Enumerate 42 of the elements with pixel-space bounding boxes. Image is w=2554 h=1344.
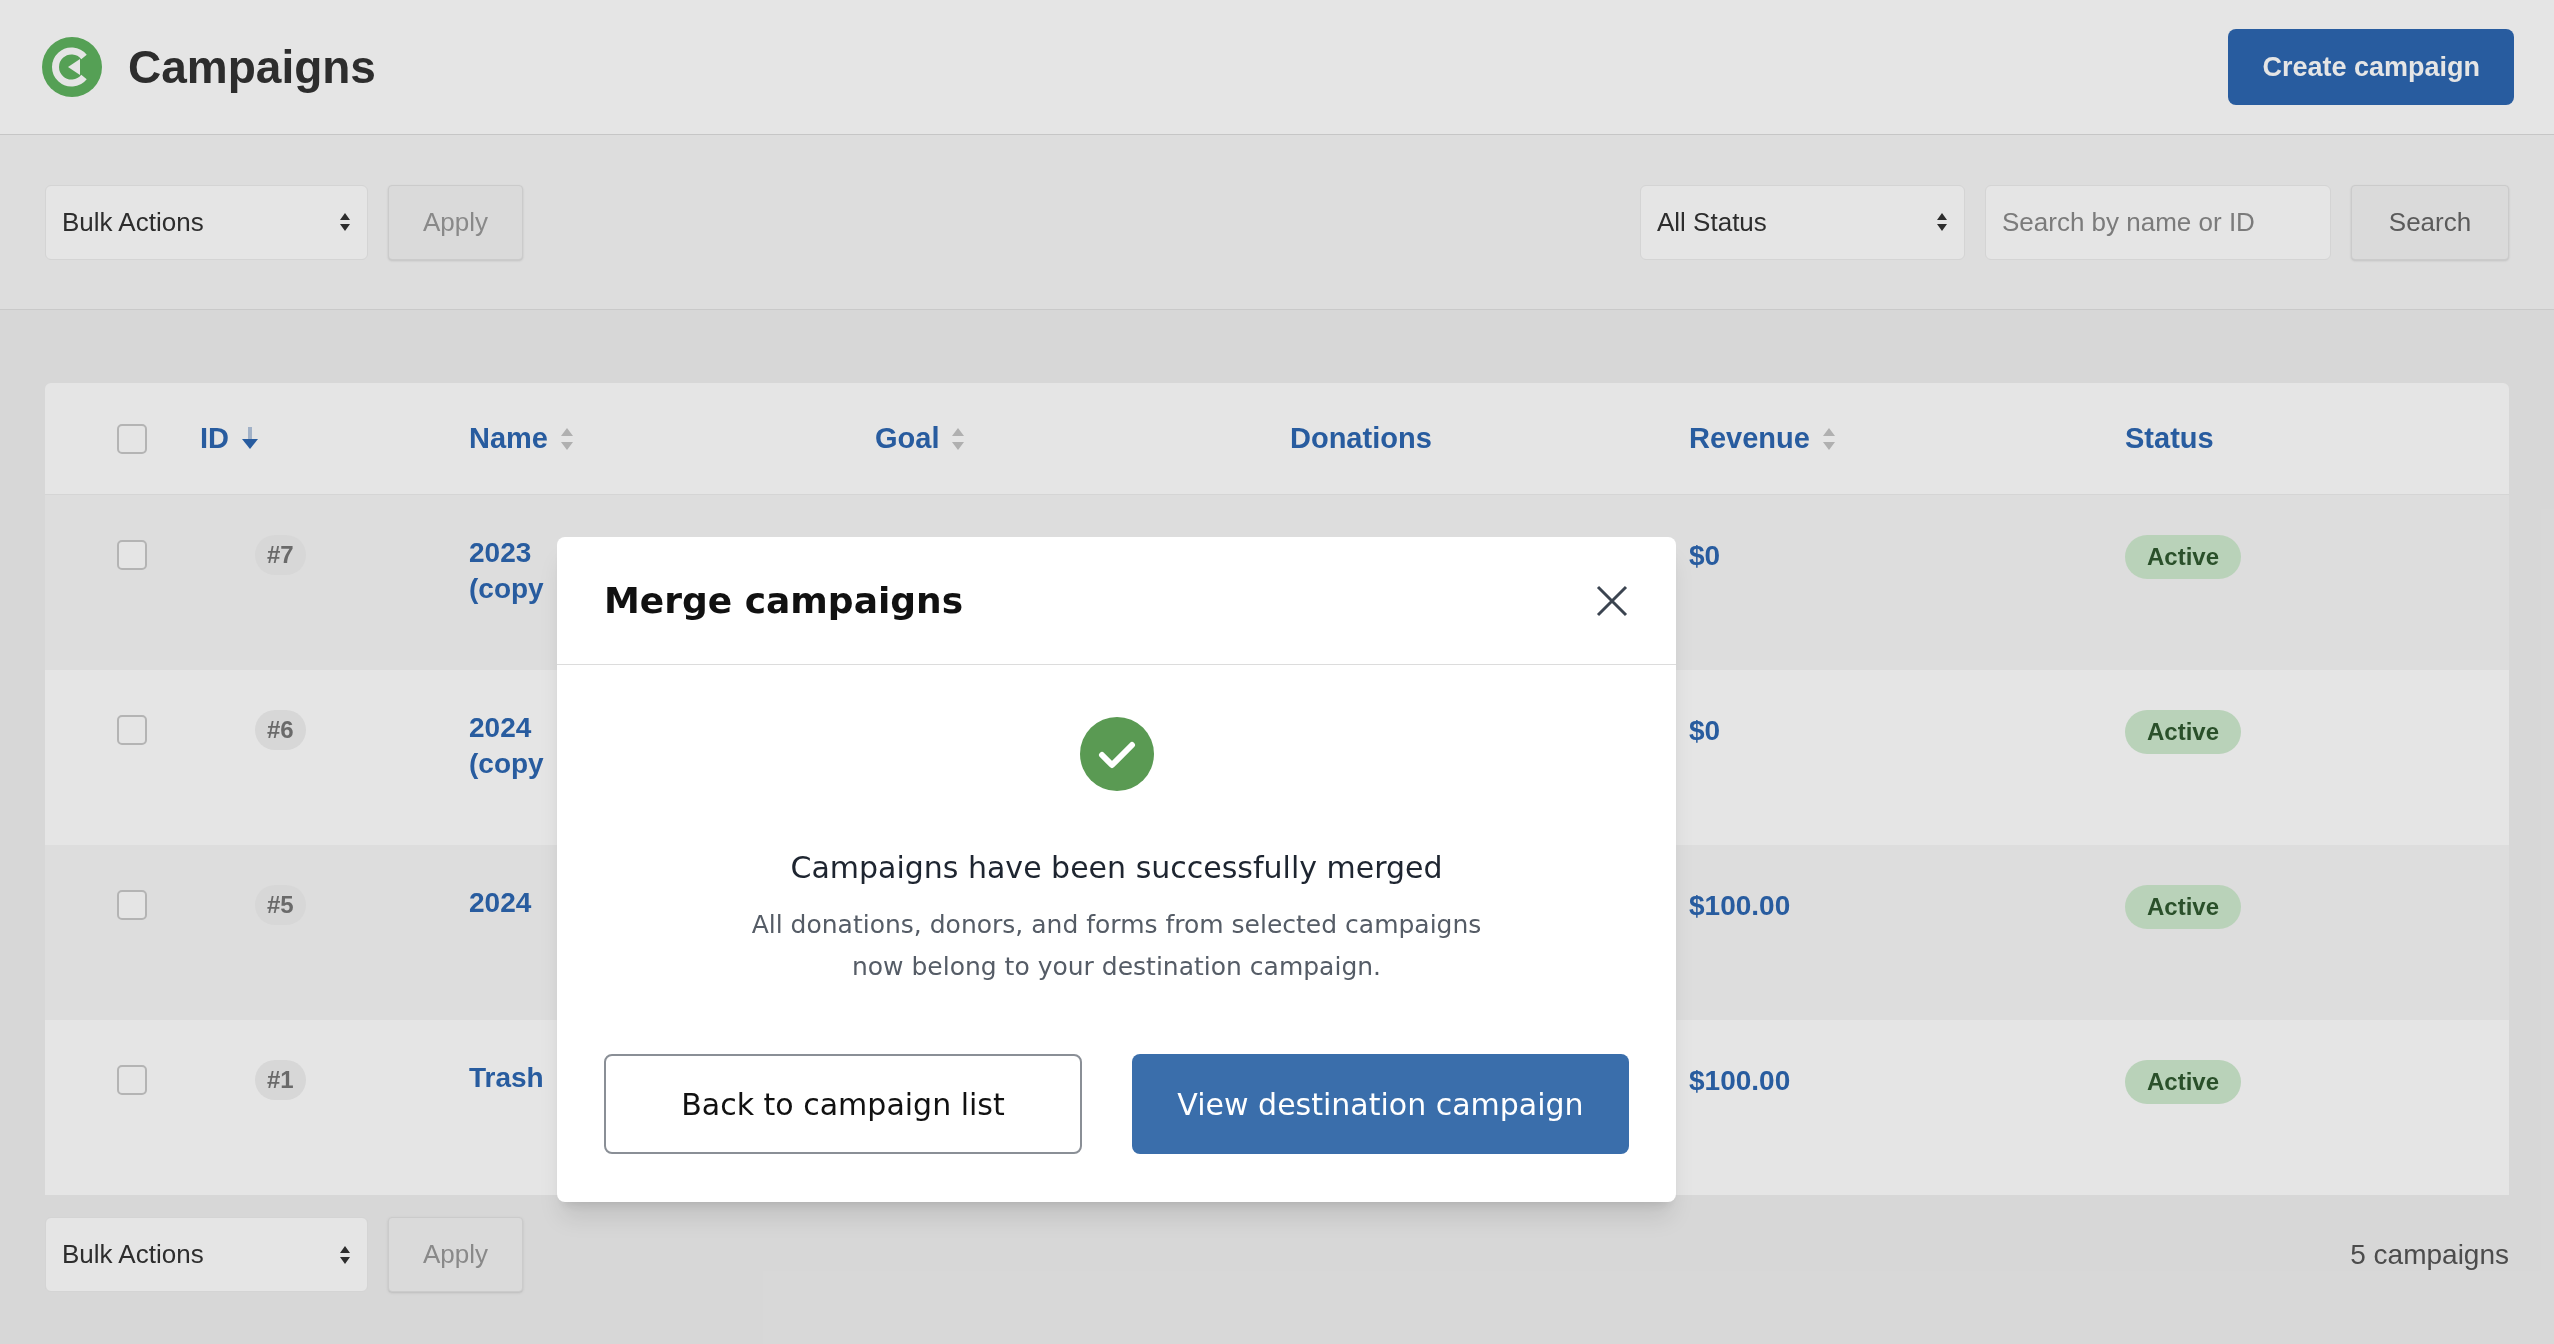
revenue-link[interactable]: $0 [1689,535,1721,577]
status-badge: Active [2125,1060,2242,1104]
bulk-actions-select[interactable]: Bulk Actions [45,184,368,260]
id-badge: #5 [255,885,306,925]
column-header[interactable]: Revenue [1689,416,1810,461]
page-title: Campaigns [128,39,376,95]
id-badge: #6 [255,710,306,750]
id-badge: #7 [255,535,306,575]
column-header[interactable]: Name [469,416,548,461]
success-heading: Campaigns have been successfully merged [790,849,1443,887]
logo-icon [40,35,104,99]
search-field[interactable]: Search by name or ID [1985,184,2331,260]
checkbox[interactable] [117,715,147,745]
column-header[interactable]: Donations [1290,416,1432,461]
success-message: All donations, donors, and forms from selected campaigns [751,909,1482,941]
status-badge: Active [2125,710,2242,754]
checkbox[interactable] [117,1065,147,1095]
revenue-link[interactable]: $100.00 [1689,885,1791,927]
select-arrows-icon [1936,211,1948,233]
success-check-icon [1079,717,1154,791]
success-message: now belong to your destination campaign. [851,951,1382,983]
status-badge: Active [2125,885,2242,929]
status-filter-select[interactable]: All Status [1640,184,1965,260]
checkbox[interactable] [117,890,147,920]
dialog-title: Merge campaigns [604,578,964,623]
create-campaign-button[interactable]: Create campaign [2228,29,2514,105]
view-destination-button[interactable]: View destination campaign [1132,1054,1629,1154]
select-arrows-icon [339,211,351,233]
status-badge: Active [2125,535,2242,579]
search-button[interactable]: Search [2351,184,2509,260]
bulk-actions-select[interactable]: Bulk Actions [45,1217,368,1292]
back-to-list-button[interactable]: Back to campaign list [604,1054,1082,1154]
revenue-link[interactable]: $0 [1689,710,1721,752]
id-badge: #1 [255,1060,306,1100]
column-header[interactable]: ID [200,416,229,461]
checkbox[interactable] [117,423,147,454]
checkbox[interactable] [117,540,147,570]
column-header[interactable]: Status [2125,416,2214,461]
close-icon[interactable] [1595,583,1629,618]
column-header[interactable]: Goal [875,416,940,461]
campaign-count: 5 campaigns [2350,1237,2509,1272]
revenue-link[interactable]: $100.00 [1689,1060,1791,1102]
